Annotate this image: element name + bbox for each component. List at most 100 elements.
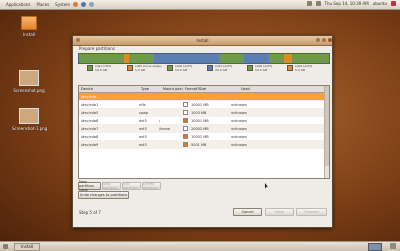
maximize-icon[interactable] <box>322 38 326 42</box>
desktop-icon-screenshot-1[interactable]: Screenshot-1.png <box>12 108 47 131</box>
trash-icon[interactable] <box>390 243 396 249</box>
format-checkbox[interactable] <box>182 110 188 115</box>
legend-swatch <box>167 65 173 71</box>
cell-type: ext3 <box>139 118 147 123</box>
legend-swatch <box>247 65 253 71</box>
cell-type: ext3 <box>139 134 147 139</box>
partition-segment <box>219 54 244 63</box>
table-row[interactable]: /dev/sda6 ext3 / 10001 MB unknown <box>79 117 329 125</box>
new-partition-button[interactable]: New partition <box>102 182 121 190</box>
partition-segment <box>284 54 292 63</box>
col-device[interactable]: Device <box>79 87 139 91</box>
col-size[interactable]: Size <box>197 87 239 91</box>
back-button[interactable]: Back <box>265 208 294 216</box>
table-body: /dev/sda/dev/sda1 ntfs 10001 MB unknown/dev… <box>79 93 329 149</box>
installer-icon <box>21 16 37 30</box>
format-checkbox[interactable] <box>182 118 188 123</box>
cell-device: /dev/sda5 <box>81 110 99 115</box>
user-name[interactable]: ubuntu <box>373 1 387 6</box>
partition-segment <box>79 54 124 63</box>
clock[interactable]: Thu Sep 14, 10:39 AM <box>325 1 369 6</box>
legend-size: 10.0 GB <box>255 67 268 72</box>
cell-size: 1003 MB <box>191 110 207 115</box>
vertical-scrollbar[interactable] <box>324 86 329 178</box>
menu-applications[interactable]: Applications <box>6 2 30 7</box>
volume-icon[interactable] <box>315 1 321 6</box>
col-mount[interactable]: Mount point <box>161 87 183 91</box>
cell-used: unknown <box>231 134 247 139</box>
legend-size: 1.0 GB <box>135 67 146 72</box>
table-row[interactable]: /dev/sda8 ext3 10001 MB unknown <box>79 133 329 141</box>
cell-mount: / <box>159 118 161 123</box>
cell-type: ext3 <box>139 126 147 131</box>
cell-size: 10001 MB <box>191 134 209 139</box>
col-format[interactable]: Format? <box>183 87 199 91</box>
edit-partition-button[interactable]: Edit partition <box>122 182 141 190</box>
power-icon[interactable] <box>391 1 396 6</box>
legend-item: sda9 (ext3) 5.0 GB <box>287 64 327 74</box>
table-row[interactable]: /dev/sda5 swap 1003 MB unknown <box>79 109 329 117</box>
cell-used: unknown <box>231 110 247 115</box>
col-used[interactable]: Used <box>239 87 281 91</box>
panel-tray: Thu Sep 14, 10:39 AM ubuntu <box>306 1 396 6</box>
cell-used: unknown <box>231 142 247 147</box>
desktop-icon-screenshot[interactable]: Screenshot.png <box>12 70 46 93</box>
show-desktop-icon[interactable] <box>3 244 8 249</box>
partition-legend: sda1 (ntfs) 10.0 GB sda5 (linux-swap) 1.0 G… <box>87 64 327 74</box>
cell-type: ntfs <box>139 102 146 107</box>
image-thumbnail-icon <box>19 108 39 124</box>
table-row[interactable]: /dev/sda1 ntfs 10001 MB unknown <box>79 101 329 109</box>
format-checkbox[interactable] <box>182 126 188 131</box>
format-checkbox[interactable] <box>182 134 188 139</box>
format-checkbox[interactable] <box>182 102 188 107</box>
legend-item: sda1 (ntfs) 10.0 GB <box>87 64 127 74</box>
format-checkbox[interactable] <box>182 142 188 147</box>
table-row[interactable]: /dev/sda <box>79 93 329 101</box>
partition-segment <box>244 54 269 63</box>
mail-icon[interactable] <box>81 2 87 7</box>
cell-used: unknown <box>231 118 247 123</box>
delete-partition-button[interactable]: Delete partition <box>142 182 161 190</box>
cell-type: ext3 <box>139 142 147 147</box>
cell-device: /dev/sda6 <box>81 118 99 123</box>
section-label: Prepare partitions <box>79 46 115 51</box>
table-row[interactable]: /dev/sda7 ext3/home 20002 MB unknown <box>79 125 329 133</box>
undo-changes-button[interactable]: Undo changes to partitions <box>78 191 129 199</box>
partition-bar <box>78 53 330 64</box>
scrollbar-thumb[interactable] <box>325 86 329 166</box>
partition-segment <box>129 54 154 63</box>
legend-swatch <box>127 65 133 71</box>
taskbar-item-install[interactable]: Install <box>14 242 41 251</box>
network-icon[interactable] <box>306 1 312 6</box>
step-indicator: Step 5 of 7 <box>79 210 101 215</box>
legend-size: 5.0 GB <box>295 67 306 72</box>
window-titlebar[interactable]: Install <box>73 36 332 46</box>
table-header: Device Type Mount point Format? Size Use… <box>79 86 329 93</box>
forward-button[interactable]: Forward <box>296 208 327 216</box>
new-partition-table-button[interactable]: New partition table <box>78 180 101 192</box>
partition-segment <box>291 54 329 63</box>
menu-system[interactable]: System <box>55 2 70 7</box>
col-type[interactable]: Type <box>139 87 161 91</box>
legend-size: 20.0 GB <box>215 67 228 72</box>
cell-size: 5001 MB <box>191 142 207 147</box>
minimize-icon[interactable] <box>316 38 320 42</box>
menu-places[interactable]: Places <box>36 2 49 7</box>
legend-swatch <box>287 65 293 71</box>
partition-table: Device Type Mount point Format? Size Use… <box>78 85 330 179</box>
close-icon[interactable] <box>328 38 332 42</box>
cell-size: 10001 MB <box>191 118 209 123</box>
window-content: Prepare partitions sda1 (ntfs) 10.0 GB sda… <box>77 46 330 223</box>
image-thumbnail-icon <box>19 70 39 86</box>
cancel-button[interactable]: Cancel <box>233 208 262 216</box>
legend-item: sda6 (ext3) 10.0 GB <box>167 64 207 74</box>
table-row[interactable]: /dev/sda9 ext3 5001 MB unknown <box>79 141 329 149</box>
help-icon[interactable] <box>89 2 95 7</box>
top-panel: Applications Places System Thu Sep 14, 1… <box>0 0 400 10</box>
cell-size: 10001 MB <box>191 102 209 107</box>
cell-mount: /home <box>159 126 171 131</box>
legend-size: 10.0 GB <box>95 67 108 72</box>
firefox-icon[interactable] <box>73 2 79 7</box>
desktop-icon-install[interactable]: Install <box>12 16 46 37</box>
cell-device: /dev/sda7 <box>81 126 99 131</box>
